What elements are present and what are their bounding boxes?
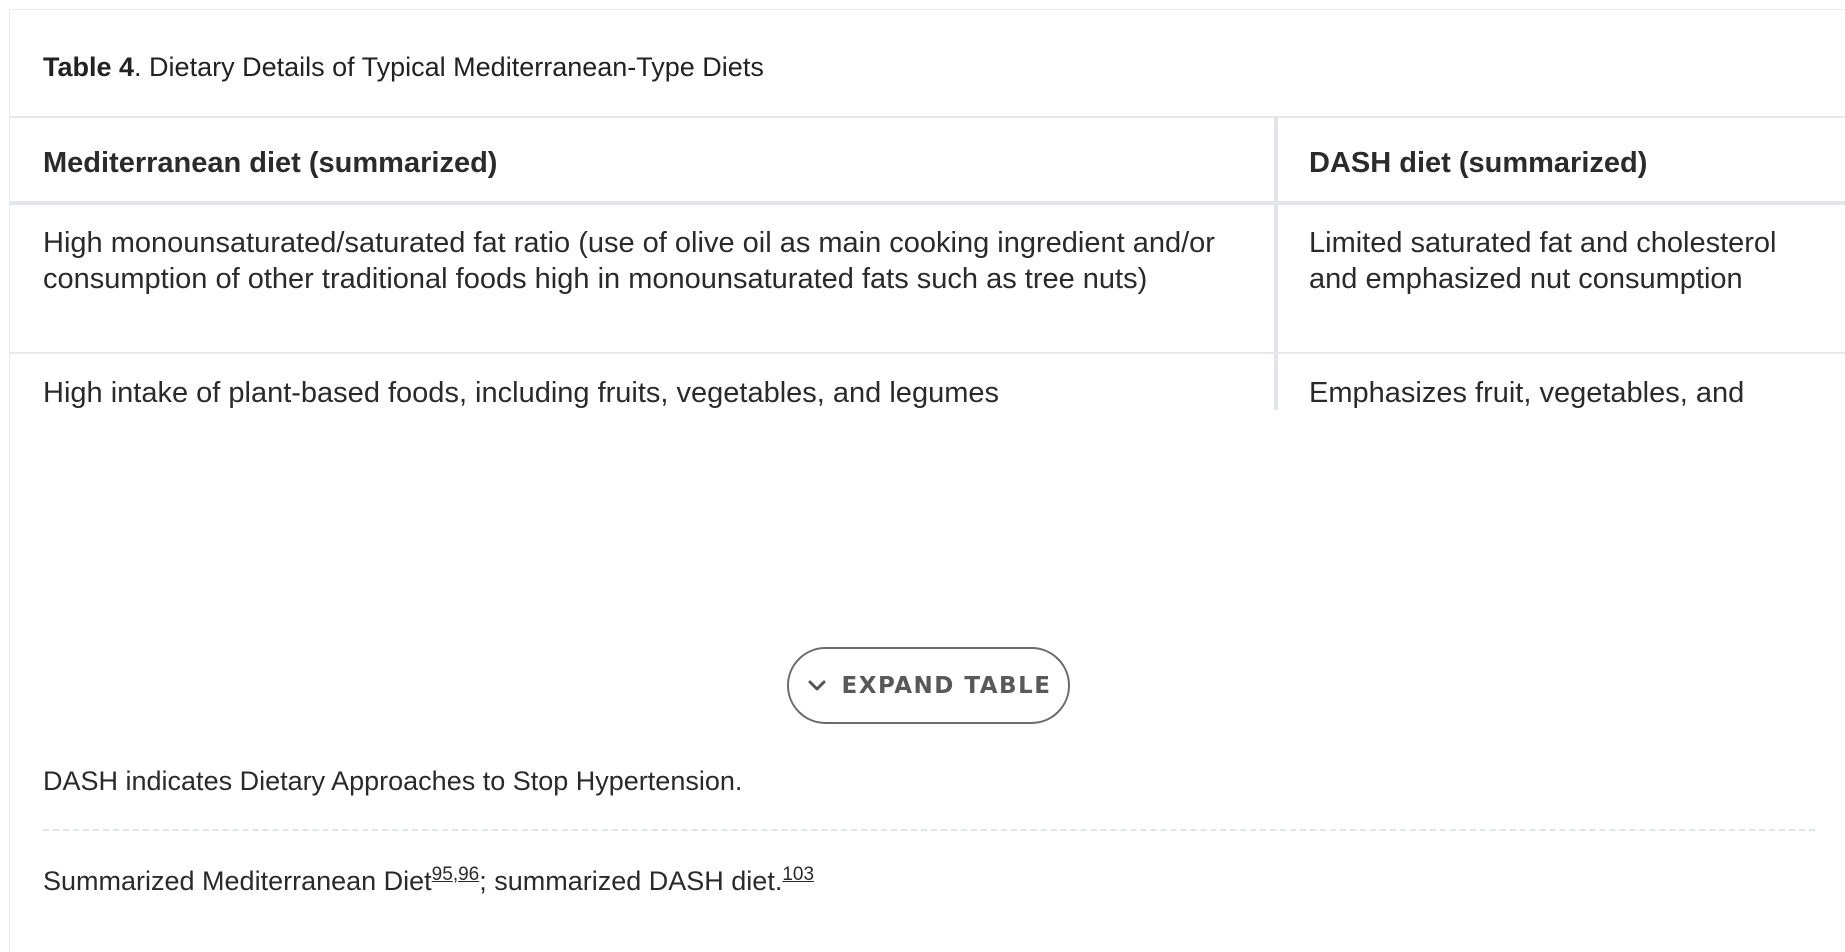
table-cell: Limited saturated fat and cholesterol an…	[1309, 227, 1777, 295]
footnote-divider	[43, 829, 1815, 831]
row-border	[10, 352, 1845, 354]
table-cell: High monounsaturated/saturated fat ratio…	[43, 227, 1215, 295]
source-middle: ; summarized DASH diet.	[479, 866, 783, 896]
data-table: Mediterranean diet (summarized) DASH die…	[10, 116, 1845, 410]
table-caption-label: Table 4	[43, 52, 135, 82]
reference-link-103[interactable]: 103	[782, 864, 814, 885]
reference-group: 103	[782, 864, 814, 885]
column-header-mediterranean: Mediterranean diet (summarized)	[43, 147, 498, 179]
table-top-border	[10, 116, 1845, 118]
expand-table-button[interactable]: EXPAND TABLE	[787, 647, 1070, 724]
expand-table-label: EXPAND TABLE	[841, 672, 1052, 699]
reference-link-95[interactable]: 95	[432, 864, 453, 885]
table-cell: High intake of plant-based foods, includ…	[43, 377, 999, 409]
table-caption-text: . Dietary Details of Typical Mediterrane…	[134, 52, 764, 82]
abbreviation-footnote: DASH indicates Dietary Approaches to Sto…	[43, 766, 743, 796]
column-header-dash: DASH diet (summarized)	[1309, 147, 1648, 179]
table-caption: Table 4. Dietary Details of Typical Medi…	[43, 49, 764, 85]
table-panel: Table 4. Dietary Details of Typical Medi…	[9, 9, 1845, 952]
source-prefix: Summarized Mediterranean Diet	[43, 866, 432, 896]
column-divider	[1274, 116, 1278, 410]
source-footnote: Summarized Mediterranean Diet95,96; summ…	[43, 863, 814, 899]
reference-group: 95,96	[432, 864, 480, 885]
reference-link-96[interactable]: 96	[458, 864, 479, 885]
table-cell: Emphasizes fruit, vegetables, and	[1309, 377, 1745, 409]
header-row-border	[10, 201, 1845, 205]
chevron-down-icon	[806, 675, 828, 697]
